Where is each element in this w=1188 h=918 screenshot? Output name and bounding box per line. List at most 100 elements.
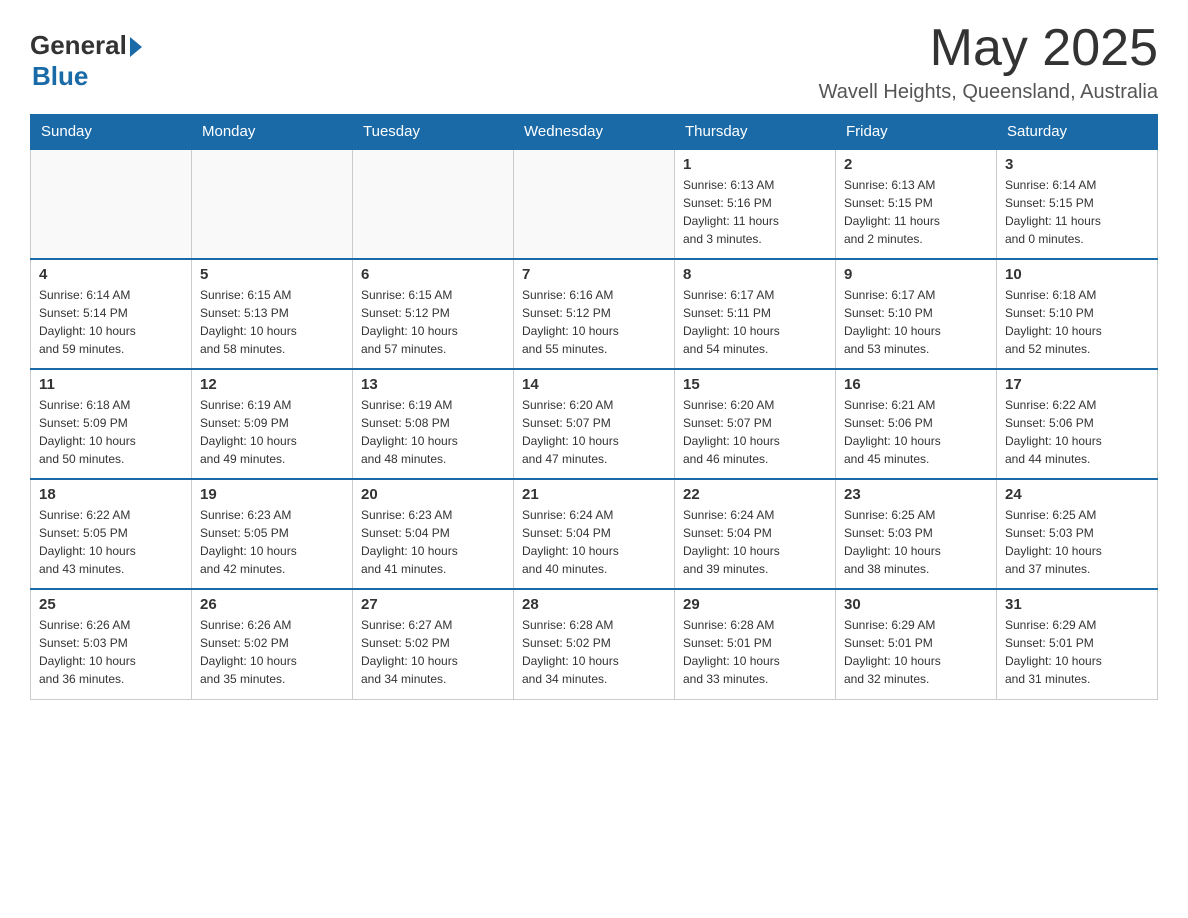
calendar-header-row: SundayMondayTuesdayWednesdayThursdayFrid… bbox=[31, 115, 1158, 150]
day-info: Sunrise: 6:28 AM Sunset: 5:01 PM Dayligh… bbox=[683, 616, 827, 688]
calendar-header-sunday: Sunday bbox=[31, 115, 192, 150]
location-title: Wavell Heights, Queensland, Australia bbox=[819, 81, 1158, 104]
day-number: 29 bbox=[683, 596, 827, 613]
day-info: Sunrise: 6:13 AM Sunset: 5:16 PM Dayligh… bbox=[683, 176, 827, 248]
day-info: Sunrise: 6:17 AM Sunset: 5:11 PM Dayligh… bbox=[683, 286, 827, 358]
calendar-cell: 13 Sunrise: 6:19 AM Sunset: 5:08 PM Dayli… bbox=[353, 369, 514, 479]
day-number: 30 bbox=[844, 596, 988, 613]
week-row-4: 18 Sunrise: 6:22 AM Sunset: 5:05 PM Dayli… bbox=[31, 479, 1158, 589]
day-info: Sunrise: 6:24 AM Sunset: 5:04 PM Dayligh… bbox=[683, 506, 827, 578]
logo: General Blue bbox=[30, 30, 142, 92]
calendar-cell: 23Sunrise: 6:25 AM Sunset: 5:03 PM Dayli… bbox=[836, 479, 997, 589]
day-number: 9 bbox=[844, 266, 988, 283]
day-info: Sunrise: 6:19 AM Sunset: 5:09 PM Dayligh… bbox=[200, 396, 344, 468]
week-row-1: 1 Sunrise: 6:13 AM Sunset: 5:16 PM Daylig… bbox=[31, 149, 1158, 259]
day-number: 18 bbox=[39, 486, 183, 503]
day-info: Sunrise: 6:26 AM Sunset: 5:02 PM Dayligh… bbox=[200, 616, 344, 688]
day-number: 5 bbox=[200, 266, 344, 283]
week-row-2: 4Sunrise: 6:14 AM Sunset: 5:14 PM Daylig… bbox=[31, 259, 1158, 369]
calendar-cell: 22Sunrise: 6:24 AM Sunset: 5:04 PM Dayli… bbox=[675, 479, 836, 589]
day-number: 8 bbox=[683, 266, 827, 283]
day-info: Sunrise: 6:15 AM Sunset: 5:13 PM Dayligh… bbox=[200, 286, 344, 358]
day-number: 14 bbox=[522, 376, 666, 393]
calendar-cell: 25 Sunrise: 6:26 AM Sunset: 5:03 PM Dayli… bbox=[31, 589, 192, 699]
day-number: 15 bbox=[683, 376, 827, 393]
month-title: May 2025 bbox=[819, 20, 1158, 77]
calendar-cell: 9 Sunrise: 6:17 AM Sunset: 5:10 PM Daylig… bbox=[836, 259, 997, 369]
day-info: Sunrise: 6:20 AM Sunset: 5:07 PM Dayligh… bbox=[683, 396, 827, 468]
day-number: 2 bbox=[844, 156, 988, 173]
calendar-cell: 27 Sunrise: 6:27 AM Sunset: 5:02 PM Dayli… bbox=[353, 589, 514, 699]
day-number: 31 bbox=[1005, 596, 1149, 613]
calendar-cell: 31 Sunrise: 6:29 AM Sunset: 5:01 PM Dayli… bbox=[997, 589, 1158, 699]
calendar-cell: 18 Sunrise: 6:22 AM Sunset: 5:05 PM Dayli… bbox=[31, 479, 192, 589]
calendar-cell: 7Sunrise: 6:16 AM Sunset: 5:12 PM Daylig… bbox=[514, 259, 675, 369]
calendar-cell: 10 Sunrise: 6:18 AM Sunset: 5:10 PM Dayli… bbox=[997, 259, 1158, 369]
day-info: Sunrise: 6:15 AM Sunset: 5:12 PM Dayligh… bbox=[361, 286, 505, 358]
day-info: Sunrise: 6:23 AM Sunset: 5:04 PM Dayligh… bbox=[361, 506, 505, 578]
calendar-cell: 8 Sunrise: 6:17 AM Sunset: 5:11 PM Daylig… bbox=[675, 259, 836, 369]
day-info: Sunrise: 6:22 AM Sunset: 5:06 PM Dayligh… bbox=[1005, 396, 1149, 468]
day-number: 12 bbox=[200, 376, 344, 393]
calendar-cell: 24 Sunrise: 6:25 AM Sunset: 5:03 PM Dayli… bbox=[997, 479, 1158, 589]
day-number: 6 bbox=[361, 266, 505, 283]
day-number: 28 bbox=[522, 596, 666, 613]
calendar-cell bbox=[353, 149, 514, 259]
day-info: Sunrise: 6:24 AM Sunset: 5:04 PM Dayligh… bbox=[522, 506, 666, 578]
title-block: May 2025 Wavell Heights, Queensland, Aus… bbox=[819, 20, 1158, 104]
calendar-cell: 26 Sunrise: 6:26 AM Sunset: 5:02 PM Dayli… bbox=[192, 589, 353, 699]
day-info: Sunrise: 6:17 AM Sunset: 5:10 PM Dayligh… bbox=[844, 286, 988, 358]
day-number: 19 bbox=[200, 486, 344, 503]
day-info: Sunrise: 6:25 AM Sunset: 5:03 PM Dayligh… bbox=[844, 506, 988, 578]
calendar-cell: 14 Sunrise: 6:20 AM Sunset: 5:07 PM Dayli… bbox=[514, 369, 675, 479]
logo-general-text: General bbox=[30, 30, 127, 61]
day-number: 21 bbox=[522, 486, 666, 503]
day-number: 13 bbox=[361, 376, 505, 393]
day-info: Sunrise: 6:28 AM Sunset: 5:02 PM Dayligh… bbox=[522, 616, 666, 688]
calendar-header-saturday: Saturday bbox=[997, 115, 1158, 150]
day-info: Sunrise: 6:27 AM Sunset: 5:02 PM Dayligh… bbox=[361, 616, 505, 688]
calendar-cell: 2 Sunrise: 6:13 AM Sunset: 5:15 PM Daylig… bbox=[836, 149, 997, 259]
day-info: Sunrise: 6:21 AM Sunset: 5:06 PM Dayligh… bbox=[844, 396, 988, 468]
day-info: Sunrise: 6:18 AM Sunset: 5:10 PM Dayligh… bbox=[1005, 286, 1149, 358]
calendar-cell: 4Sunrise: 6:14 AM Sunset: 5:14 PM Daylig… bbox=[31, 259, 192, 369]
calendar-cell: 19 Sunrise: 6:23 AM Sunset: 5:05 PM Dayli… bbox=[192, 479, 353, 589]
calendar-cell bbox=[514, 149, 675, 259]
calendar-cell: 17 Sunrise: 6:22 AM Sunset: 5:06 PM Dayli… bbox=[997, 369, 1158, 479]
day-number: 24 bbox=[1005, 486, 1149, 503]
day-info: Sunrise: 6:19 AM Sunset: 5:08 PM Dayligh… bbox=[361, 396, 505, 468]
day-number: 25 bbox=[39, 596, 183, 613]
day-number: 10 bbox=[1005, 266, 1149, 283]
calendar-cell: 28 Sunrise: 6:28 AM Sunset: 5:02 PM Dayli… bbox=[514, 589, 675, 699]
day-info: Sunrise: 6:22 AM Sunset: 5:05 PM Dayligh… bbox=[39, 506, 183, 578]
calendar-header-friday: Friday bbox=[836, 115, 997, 150]
day-info: Sunrise: 6:13 AM Sunset: 5:15 PM Dayligh… bbox=[844, 176, 988, 248]
day-number: 16 bbox=[844, 376, 988, 393]
calendar-cell: 30 Sunrise: 6:29 AM Sunset: 5:01 PM Dayli… bbox=[836, 589, 997, 699]
day-number: 17 bbox=[1005, 376, 1149, 393]
calendar-header-wednesday: Wednesday bbox=[514, 115, 675, 150]
day-info: Sunrise: 6:26 AM Sunset: 5:03 PM Dayligh… bbox=[39, 616, 183, 688]
calendar-cell: 15 Sunrise: 6:20 AM Sunset: 5:07 PM Dayli… bbox=[675, 369, 836, 479]
calendar-header-tuesday: Tuesday bbox=[353, 115, 514, 150]
calendar-cell: 20Sunrise: 6:23 AM Sunset: 5:04 PM Dayli… bbox=[353, 479, 514, 589]
day-number: 11 bbox=[39, 376, 183, 393]
page-header: General Blue May 2025 Wavell Heights, Qu… bbox=[30, 20, 1158, 104]
day-info: Sunrise: 6:29 AM Sunset: 5:01 PM Dayligh… bbox=[1005, 616, 1149, 688]
day-number: 27 bbox=[361, 596, 505, 613]
day-info: Sunrise: 6:14 AM Sunset: 5:14 PM Dayligh… bbox=[39, 286, 183, 358]
calendar-cell: 16 Sunrise: 6:21 AM Sunset: 5:06 PM Dayli… bbox=[836, 369, 997, 479]
calendar-cell: 3Sunrise: 6:14 AM Sunset: 5:15 PM Daylig… bbox=[997, 149, 1158, 259]
day-info: Sunrise: 6:23 AM Sunset: 5:05 PM Dayligh… bbox=[200, 506, 344, 578]
calendar-cell: 6 Sunrise: 6:15 AM Sunset: 5:12 PM Daylig… bbox=[353, 259, 514, 369]
calendar-cell: 21 Sunrise: 6:24 AM Sunset: 5:04 PM Dayli… bbox=[514, 479, 675, 589]
calendar-cell: 11Sunrise: 6:18 AM Sunset: 5:09 PM Dayli… bbox=[31, 369, 192, 479]
day-info: Sunrise: 6:25 AM Sunset: 5:03 PM Dayligh… bbox=[1005, 506, 1149, 578]
week-row-5: 25 Sunrise: 6:26 AM Sunset: 5:03 PM Dayli… bbox=[31, 589, 1158, 699]
day-info: Sunrise: 6:29 AM Sunset: 5:01 PM Dayligh… bbox=[844, 616, 988, 688]
day-info: Sunrise: 6:20 AM Sunset: 5:07 PM Dayligh… bbox=[522, 396, 666, 468]
calendar-cell: 29 Sunrise: 6:28 AM Sunset: 5:01 PM Dayli… bbox=[675, 589, 836, 699]
calendar-table: SundayMondayTuesdayWednesdayThursdayFrid… bbox=[30, 114, 1158, 700]
day-number: 1 bbox=[683, 156, 827, 173]
day-number: 26 bbox=[200, 596, 344, 613]
